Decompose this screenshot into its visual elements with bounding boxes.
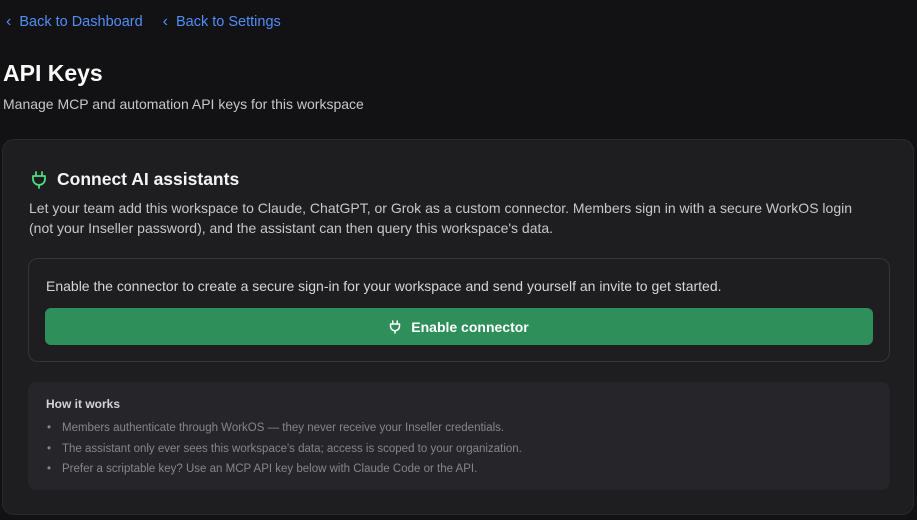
plug-icon <box>32 170 46 189</box>
connect-ai-card: Connect AI assistants Let your team add … <box>2 139 914 515</box>
chevron-left-icon: ‹ <box>6 13 12 30</box>
how-it-works-list: Members authenticate through WorkOS — th… <box>28 418 522 480</box>
plug-icon <box>390 319 401 334</box>
page-title: API Keys <box>3 60 103 86</box>
card-description: Let your team add this workspace to Clau… <box>29 200 852 236</box>
back-to-settings-link[interactable]: ‹ Back to Settings <box>162 13 281 31</box>
how-it-works-panel: How it works Members authenticate throug… <box>28 382 890 490</box>
page-subtitle: Manage MCP and automation API keys for t… <box>3 96 364 112</box>
back-to-dashboard-link[interactable]: ‹ Back to Dashboard <box>6 13 143 31</box>
how-it-works-title: How it works <box>46 397 121 411</box>
enable-connector-label: Enable connector <box>411 318 529 335</box>
enable-connector-button[interactable]: Enable connector <box>45 308 873 345</box>
back-to-settings-label: Back to Settings <box>175 14 281 30</box>
breadcrumb-nav: ‹ Back to Dashboard ‹ Back to Settings <box>6 13 281 31</box>
enable-connector-panel: Enable the connector to create a secure … <box>28 258 890 362</box>
list-item: Members authenticate through WorkOS — th… <box>47 418 522 439</box>
back-to-dashboard-label: Back to Dashboard <box>19 14 143 30</box>
chevron-left-icon: ‹ <box>162 13 168 30</box>
list-item: The assistant only ever sees this worksp… <box>47 439 522 460</box>
card-header: Connect AI assistants <box>31 169 239 190</box>
card-title: Connect AI assistants <box>57 169 240 189</box>
enable-prompt: Enable the connector to create a secure … <box>46 278 722 294</box>
list-item: Prefer a scriptable key? Use an MCP API … <box>47 459 522 480</box>
